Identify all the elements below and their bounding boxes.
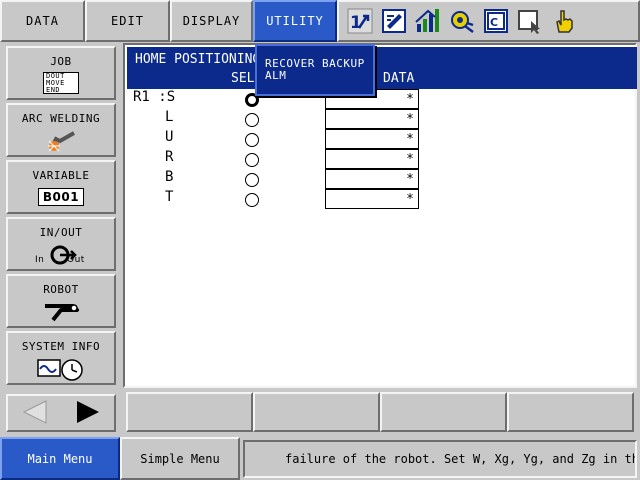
- select-radio[interactable]: [245, 153, 259, 167]
- select-radio[interactable]: [245, 113, 259, 127]
- menu-tab-label: EDIT: [111, 14, 144, 28]
- utility-dropdown: RECOVER BACKUP ALM: [255, 44, 375, 96]
- toolbar: 1 C: [337, 0, 640, 42]
- svg-text:1: 1: [350, 13, 362, 33]
- axis-label: R1 :S: [133, 89, 176, 105]
- softkey-3[interactable]: [380, 392, 507, 432]
- svg-text:C: C: [490, 16, 498, 29]
- axis-label: U: [165, 129, 174, 145]
- page-title: HOME POSITIONING: [135, 52, 261, 67]
- title-bar: HOME POSITIONING SEL DATA: [127, 47, 637, 89]
- signal-bars-icon[interactable]: [415, 8, 441, 34]
- axis-label: R: [165, 149, 174, 165]
- axis-row-r: R *: [125, 149, 635, 169]
- variable-badge: B001: [37, 188, 85, 206]
- data-field[interactable]: *: [325, 169, 419, 189]
- side-button-arc-welding[interactable]: ARC WELDING: [6, 103, 116, 157]
- select-radio[interactable]: [245, 173, 259, 187]
- job-icon-line: END: [46, 86, 61, 94]
- axis-row-t: T *: [125, 189, 635, 209]
- system-info-icon: [36, 357, 86, 384]
- side-button-label: JOB: [50, 55, 72, 68]
- data-field[interactable]: *: [325, 149, 419, 169]
- simple-menu-button[interactable]: Simple Menu: [120, 437, 240, 480]
- main-menu-button[interactable]: Main Menu: [0, 437, 120, 480]
- side-button-system-info[interactable]: SYSTEM INFO: [6, 331, 116, 385]
- edit-page-icon[interactable]: [381, 8, 407, 34]
- data-field[interactable]: *: [325, 129, 419, 149]
- side-button-label: ROBOT: [43, 283, 79, 296]
- axis-label: T: [165, 189, 174, 205]
- side-button-label: VARIABLE: [32, 169, 90, 182]
- menu-tab-edit[interactable]: EDIT: [85, 0, 170, 42]
- side-button-label: IN/OUT: [39, 226, 83, 239]
- menu-tab-label: DATA: [26, 14, 59, 28]
- softkey-4[interactable]: [507, 392, 634, 432]
- in-out-icon: In Out: [33, 243, 89, 267]
- page-nav: [6, 394, 116, 432]
- softkey-1[interactable]: [126, 392, 253, 432]
- hand-pointer-icon[interactable]: [551, 8, 577, 34]
- axis-row-l: L *: [125, 109, 635, 129]
- next-arrow-icon[interactable]: [73, 399, 103, 428]
- axis-order-icon[interactable]: 1: [347, 8, 373, 34]
- cursor-window-icon[interactable]: [517, 8, 543, 34]
- robot-arm-icon: [41, 300, 81, 325]
- axis-label: L: [165, 109, 174, 125]
- menu-tab-data[interactable]: DATA: [0, 0, 85, 42]
- side-button-label: ARC WELDING: [21, 112, 101, 125]
- menu-tab-label: DISPLAY: [182, 14, 241, 28]
- axis-row-s: R1 :S *: [125, 89, 635, 109]
- main-menu-label: Main Menu: [27, 451, 93, 466]
- side-button-robot[interactable]: ROBOT: [6, 274, 116, 328]
- axis-label: B: [165, 169, 174, 185]
- data-field[interactable]: *: [325, 109, 419, 129]
- select-radio[interactable]: [245, 193, 259, 207]
- variable-badge-label: B001: [42, 190, 80, 204]
- register-icon[interactable]: C: [483, 8, 509, 34]
- side-button-job[interactable]: JOB DOUT MOVE END: [6, 46, 116, 100]
- side-button-in-out[interactable]: IN/OUT In Out: [6, 217, 116, 271]
- main-panel: HOME POSITIONING SEL DATA R1 :S * L * U …: [123, 43, 637, 388]
- simple-menu-label: Simple Menu: [140, 451, 220, 466]
- previous-arrow-icon[interactable]: [20, 399, 50, 428]
- select-radio[interactable]: [245, 133, 259, 147]
- axis-row-b: B *: [125, 169, 635, 189]
- job-icon: DOUT MOVE END: [43, 72, 79, 94]
- menu-item-alm[interactable]: ALM: [265, 70, 373, 82]
- menu-tab-utility[interactable]: UTILITY: [253, 0, 337, 42]
- gear-link-icon[interactable]: [449, 8, 475, 34]
- column-header-select: SEL: [231, 71, 255, 86]
- column-header-data: DATA: [383, 71, 415, 86]
- menu-tab-label: UTILITY: [266, 14, 324, 28]
- axis-row-u: U *: [125, 129, 635, 149]
- side-button-variable[interactable]: VARIABLE B001: [6, 160, 116, 214]
- data-field[interactable]: *: [325, 189, 419, 209]
- menu-tab-display[interactable]: DISPLAY: [170, 0, 253, 42]
- softkey-2[interactable]: [253, 392, 380, 432]
- out-label: Out: [67, 255, 85, 265]
- status-message: failure of the robot. Set W, Xg, Yg, and…: [243, 440, 637, 478]
- welding-torch-icon: [46, 129, 76, 156]
- side-button-label: SYSTEM INFO: [21, 340, 101, 353]
